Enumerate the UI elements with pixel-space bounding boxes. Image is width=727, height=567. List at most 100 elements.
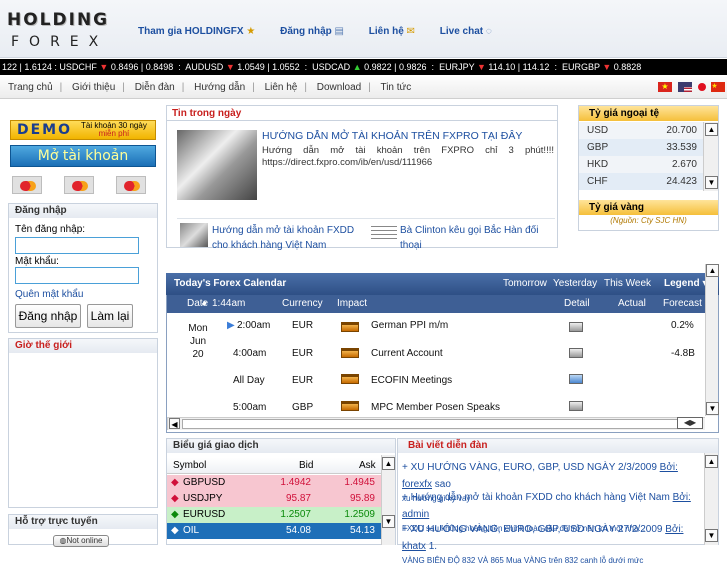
news-thumb[interactable]	[371, 223, 397, 241]
calendar-title: Today's Forex Calendar	[174, 278, 287, 289]
contact-link[interactable]: Liên hệ ✉	[369, 26, 415, 37]
tab-this-week[interactable]: This Week	[604, 273, 651, 295]
col-forecast: Forecast	[663, 298, 702, 309]
calendar-vscrollbar[interactable]: ▲ ▼	[705, 264, 719, 416]
detail-icon[interactable]	[569, 322, 583, 332]
scroll-down-icon: ▼	[705, 176, 718, 189]
detail-icon[interactable]	[569, 348, 583, 358]
quote-row: ◆ USDJPY 95.87 95.89	[167, 491, 381, 507]
support-box: Hỗ trợ trực tuyến ◍Not online	[8, 514, 158, 547]
forum-post-link[interactable]: + Hướng dẫn mở tài khoản FXDD cho khách …	[402, 489, 702, 523]
japan-flag-icon[interactable]	[697, 83, 706, 92]
col-impact: Impact	[337, 298, 368, 309]
forum-post-link[interactable]: + XU HƯỚNG VÀNG, EURO, GBP, USD NGÀY 2/3…	[402, 459, 702, 493]
gold-title: Tỷ giá vàng	[579, 200, 718, 215]
forgot-password-link[interactable]: Quên mật khẩu	[15, 289, 83, 300]
vietnam-flag-icon[interactable]: ★	[658, 82, 672, 93]
calendar-row: All Day EUR ECOFIN Meetings	[167, 369, 705, 396]
ticker-item: EURJPY ▼ 114.10 | 114.12	[439, 62, 550, 72]
mastercard-icon[interactable]	[64, 176, 94, 194]
star-icon: ★	[246, 26, 256, 37]
china-flag-icon[interactable]: ★	[711, 82, 726, 93]
mastercard-icon[interactable]	[116, 176, 146, 194]
forum-post-link[interactable]: + XU HƯỚNG VÀNG, EURO, GBP, USD NGÀY 27/…	[402, 521, 702, 555]
open-account-banner[interactable]: Mở tài khoản	[10, 145, 156, 167]
calendar-hscrollbar[interactable]: ◀	[167, 417, 705, 430]
menu-download[interactable]: Download	[317, 82, 361, 93]
demo-subtitle: Tài khoản 30 ngày miễn phí	[81, 121, 147, 138]
up-quote-icon: ◆	[171, 509, 179, 520]
usa-flag-icon[interactable]	[677, 82, 692, 93]
scroll-arrows[interactable]: ◀▶	[677, 417, 703, 429]
quote-row: ◆ GBPUSD 1.4942 1.4945	[167, 475, 381, 491]
exchange-rates-box: Tỷ giá ngoại tệ USD 20.700 GBP 33.539 HKD 2…	[578, 105, 719, 231]
up-arrow-icon: ▲	[352, 62, 362, 72]
live-chat-link[interactable]: Live chat ◌	[440, 26, 492, 37]
menu-contact[interactable]: Liên hệ	[265, 82, 298, 93]
col-detail: Detail	[564, 298, 590, 309]
reset-button[interactable]: Làm lại	[87, 304, 133, 328]
rate-row: HKD 2.670	[579, 156, 703, 173]
legend-button[interactable]: Legend ▾	[664, 273, 707, 295]
forum-box: Bài viết diễn đàn + XU HƯỚNG VÀNG, EURO,…	[397, 438, 719, 565]
rates-title: Tỷ giá ngoại tệ	[579, 106, 718, 121]
forum-scrollbar[interactable]: ▲ ▼	[704, 453, 718, 545]
logo-top[interactable]: HOLDING	[7, 10, 109, 30]
news-headline-link[interactable]: HƯỚNG DẪN MỞ TÀI KHOẢN TRÊN FXPRO TẠI ĐÂ…	[262, 130, 554, 142]
news-thumb[interactable]	[180, 223, 208, 247]
quote-row: ◆ EURUSD 1.2507 1.2509	[167, 507, 381, 523]
col-actual: Actual	[618, 298, 646, 309]
next-event-icon: ▶	[227, 320, 235, 331]
rate-row: GBP 33.539	[579, 139, 703, 156]
clock-icon: ◕	[201, 298, 208, 309]
high-impact-icon	[341, 322, 359, 332]
down-arrow-icon: ▼	[99, 62, 109, 72]
tab-yesterday[interactable]: Yesterday	[553, 273, 597, 295]
quotes-scrollbar[interactable]: ▲ ▼	[381, 455, 395, 545]
menu-news[interactable]: Tin tức	[380, 82, 411, 93]
news-image[interactable]	[177, 130, 257, 200]
username-label: Tên đăng nhập:	[15, 224, 86, 235]
divider	[167, 120, 557, 121]
high-impact-icon	[341, 401, 359, 411]
news-summary: Hướng dẫn mở tài khoản trên FXPRO chỉ 3 …	[262, 145, 554, 168]
menu-home[interactable]: Trang chủ	[8, 82, 53, 93]
detail-icon[interactable]	[569, 374, 583, 384]
divider	[177, 218, 555, 219]
news-sub-link[interactable]: Bà Clinton kêu gọi Bắc Hàn đối thoại	[400, 223, 556, 253]
mail-icon: ✉	[406, 26, 415, 37]
scroll-down-icon: ▼	[382, 515, 395, 528]
down-arrow-icon: ▼	[602, 62, 612, 72]
scroll-thumb	[182, 419, 682, 429]
login-icon: ▤	[334, 26, 344, 37]
password-input[interactable]	[15, 267, 139, 284]
down-quote-icon: ◆	[171, 477, 179, 488]
rates-scrollbar[interactable]: ▲ ▼	[703, 122, 718, 191]
price-ticker[interactable]: 122 | 1.6124 : USDCHF ▼ 0.8496 | 0.8498 …	[0, 59, 727, 75]
news-sub-link[interactable]: Hướng dẫn mở tài khoản FXDD cho khách hà…	[212, 223, 372, 253]
tab-tomorrow[interactable]: Tomorrow	[503, 273, 547, 295]
quotes-title: Biểu giá giao dịch	[167, 439, 395, 453]
support-status-button[interactable]: ◍Not online	[53, 535, 109, 547]
menu-forum[interactable]: Diễn đàn	[135, 82, 175, 93]
col-time[interactable]: 1:44am	[212, 295, 245, 313]
forum-post: + XU HƯỚNG VÀNG, EURO, GBP, USD NGÀY 27/…	[402, 521, 702, 567]
scroll-down-icon: ▼	[706, 402, 719, 415]
login-link[interactable]: Đăng nhập ▤	[280, 26, 344, 37]
high-impact-icon	[341, 348, 359, 358]
login-box: Đăng nhập Tên đăng nhập: Mật khẩu: Quên …	[8, 203, 158, 333]
scroll-up-icon: ▲	[382, 457, 395, 470]
menu-guide[interactable]: Hướng dẫn	[194, 82, 245, 93]
ticker-item: AUDUSD ▼ 1.0549 | 1.0552	[185, 62, 300, 72]
detail-icon[interactable]	[569, 401, 583, 411]
mastercard-icon[interactable]	[12, 176, 42, 194]
logo-bottom[interactable]: FOREX	[11, 34, 108, 50]
username-input[interactable]	[15, 237, 139, 254]
calendar-header: Today's Forex Calendar Tomorrow Yesterda…	[166, 273, 719, 295]
demo-account-banner[interactable]: DEMO Tài khoản 30 ngày miễn phí	[10, 120, 156, 140]
demo-label: DEMO	[17, 122, 73, 138]
login-button[interactable]: Đăng nhập	[15, 304, 81, 328]
join-link[interactable]: Tham gia HOLDINGFX ★	[138, 26, 255, 37]
menu-about[interactable]: Giới thiệu	[72, 82, 115, 93]
world-time-title: Giờ thế giới	[9, 339, 157, 353]
